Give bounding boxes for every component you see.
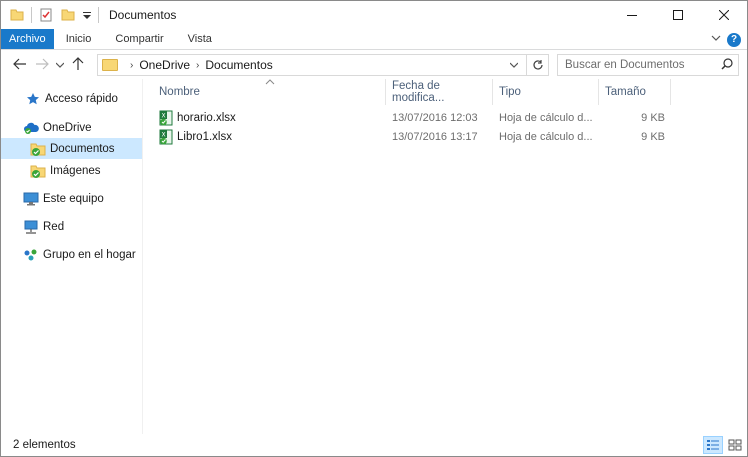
view-switcher (701, 436, 745, 454)
file-date: 13/07/2016 12:03 (392, 111, 478, 124)
file-size: 9 KB (641, 111, 665, 124)
details-view-button[interactable] (703, 436, 723, 454)
navigation-bar: › OneDrive › Documentos Buscar en Docume… (1, 51, 747, 79)
file-name-cell: X horario.xlsx (159, 108, 236, 127)
sidebar-item-label: Grupo en el hogar (43, 248, 136, 261)
sidebar-item-este-equipo[interactable]: Este equipo (1, 188, 142, 209)
back-button[interactable] (9, 58, 31, 73)
synced-folder-icon (30, 163, 46, 179)
sidebar-item-acceso-rapido[interactable]: Acceso rápido (1, 88, 142, 109)
help-icon[interactable]: ? (727, 32, 741, 47)
homegroup-icon (23, 247, 39, 263)
navigation-pane: Acceso rápido OneDrive Documentos Imágen… (1, 79, 143, 434)
file-name: horario.xlsx (177, 111, 236, 124)
file-type: Hoja de cálculo d... (499, 130, 593, 143)
close-button[interactable] (701, 1, 747, 29)
refresh-icon (532, 60, 543, 70)
sidebar-item-label: Acceso rápido (45, 92, 118, 105)
up-arrow-icon (72, 56, 84, 70)
item-count: 2 elementos (13, 439, 76, 451)
file-date: 13/07/2016 13:17 (392, 130, 478, 143)
file-size: 9 KB (641, 130, 665, 143)
search-box[interactable]: Buscar en Documentos (557, 54, 739, 76)
file-type: Hoja de cálculo d... (499, 111, 593, 124)
network-icon (23, 219, 39, 235)
status-bar: 2 elementos (1, 434, 747, 456)
forward-button[interactable] (31, 58, 53, 73)
search-icon[interactable] (716, 57, 738, 73)
column-header-tamano[interactable]: Tamaño (599, 79, 671, 105)
main-area: Acceso rápido OneDrive Documentos Imágen… (1, 79, 747, 434)
file-name: Libro1.xlsx (177, 130, 232, 143)
sidebar-item-documentos[interactable]: Documentos (1, 138, 142, 159)
column-header-fecha[interactable]: Fecha de modifica... (386, 79, 493, 105)
large-icons-view-button[interactable] (725, 436, 745, 454)
ribbon-tabs: Archivo Inicio Compartir Vista ? (1, 29, 747, 50)
refresh-button[interactable] (526, 55, 548, 75)
close-icon (719, 10, 729, 20)
svg-text:X: X (162, 112, 166, 119)
sidebar-item-label: OneDrive (43, 121, 92, 134)
column-header-nombre[interactable]: Nombre (153, 79, 386, 105)
chevron-right-icon[interactable]: › (130, 60, 133, 71)
sidebar-item-label: Red (43, 220, 65, 233)
table-row[interactable]: X horario.xlsx 13/07/2016 12:03 Hoja de … (157, 108, 667, 127)
computer-icon (23, 191, 39, 207)
chevron-right-icon[interactable]: › (196, 60, 199, 71)
forward-arrow-icon (36, 58, 49, 69)
maximize-button[interactable] (655, 1, 701, 29)
synced-folder-icon (30, 141, 46, 157)
sidebar-item-grupo-hogar[interactable]: Grupo en el hogar (1, 244, 142, 265)
up-button[interactable] (67, 56, 89, 74)
properties-icon[interactable] (38, 7, 54, 23)
sidebar-item-label: Documentos (50, 142, 115, 155)
window-controls (609, 1, 747, 29)
sidebar-item-onedrive[interactable]: OneDrive (1, 117, 142, 138)
svg-text:X: X (162, 131, 166, 138)
folder-icon (9, 7, 25, 23)
minimize-button[interactable] (609, 1, 655, 29)
sidebar-item-red[interactable]: Red (1, 216, 142, 237)
title-bar: Documentos (1, 1, 747, 29)
minimize-icon (627, 15, 637, 16)
window-title: Documentos (109, 8, 177, 22)
excel-file-icon: X (159, 129, 173, 145)
address-bar[interactable]: › OneDrive › Documentos (97, 54, 549, 76)
file-list: Nombre Fecha de modifica... Tipo Tamaño … (143, 79, 747, 434)
sidebar-item-label: Este equipo (43, 192, 104, 205)
sidebar-item-imagenes[interactable]: Imágenes (1, 160, 142, 181)
breadcrumb-onedrive[interactable]: OneDrive (139, 58, 190, 72)
tab-inicio[interactable]: Inicio (54, 29, 104, 49)
tab-compartir[interactable]: Compartir (103, 29, 175, 49)
customize-toolbar-icon[interactable] (82, 7, 92, 23)
details-view-icon (707, 440, 719, 450)
new-folder-icon[interactable] (60, 7, 76, 23)
tab-archivo[interactable]: Archivo (1, 29, 54, 49)
folder-icon (102, 59, 118, 71)
sidebar-item-label: Imágenes (50, 164, 101, 177)
toolbar-separator (31, 7, 32, 23)
ribbon-right-controls: ? (705, 29, 747, 50)
address-history-dropdown[interactable] (506, 55, 522, 75)
large-icons-view-icon (728, 439, 742, 451)
toolbar-separator (98, 7, 99, 23)
excel-file-icon: X (159, 110, 173, 126)
tab-vista[interactable]: Vista (176, 29, 224, 49)
chevron-down-icon (510, 62, 518, 68)
column-header-tipo[interactable]: Tipo (493, 79, 599, 105)
breadcrumb-documentos[interactable]: Documentos (205, 58, 272, 72)
search-input[interactable]: Buscar en Documentos (565, 59, 716, 71)
chevron-down-icon (55, 62, 65, 68)
onedrive-cloud-icon (23, 120, 39, 136)
table-row[interactable]: X Libro1.xlsx 13/07/2016 13:17 Hoja de c… (157, 127, 667, 146)
file-name-cell: X Libro1.xlsx (159, 127, 232, 146)
explorer-window: Documentos Archivo Inicio Compartir Vist… (0, 0, 748, 457)
star-icon (25, 91, 41, 107)
back-arrow-icon (13, 58, 26, 69)
quick-access-toolbar (1, 1, 105, 29)
maximize-icon (673, 10, 683, 20)
expand-ribbon-icon[interactable] (705, 34, 727, 45)
recent-locations-button[interactable] (53, 61, 67, 70)
